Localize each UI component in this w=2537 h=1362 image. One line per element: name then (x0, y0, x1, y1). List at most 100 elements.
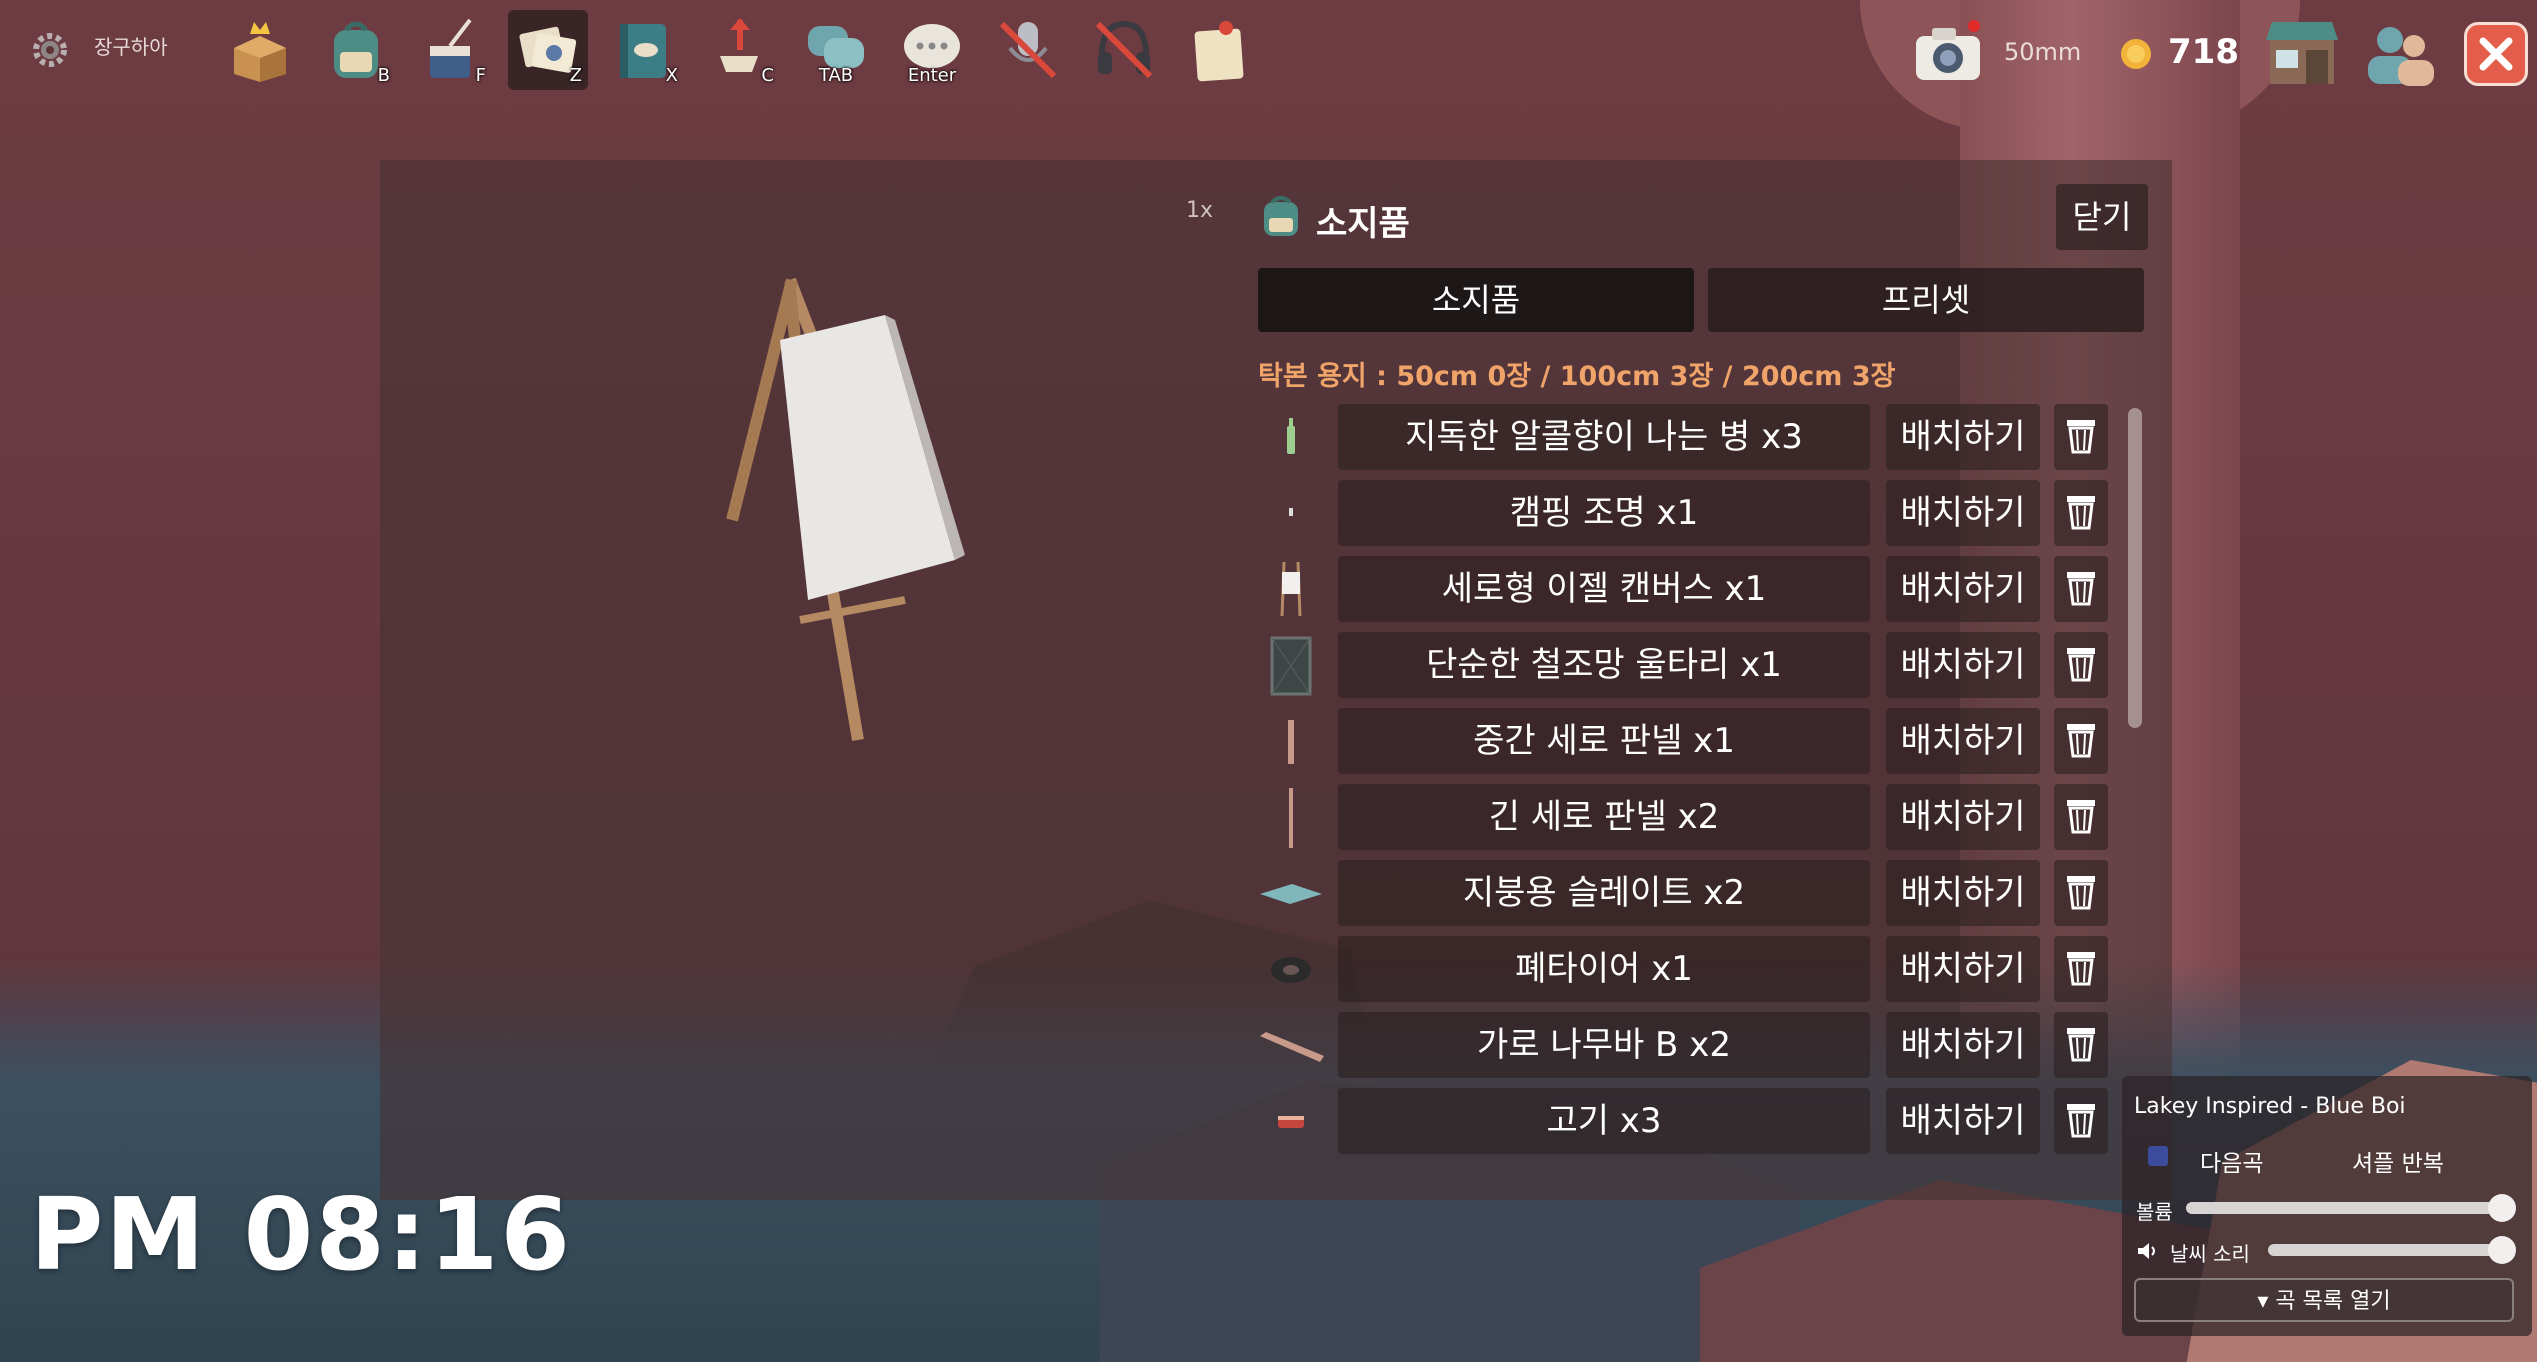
pause-button[interactable] (2148, 1146, 2168, 1166)
item-name[interactable]: 중간 세로 판넬 x1 (1338, 708, 1870, 774)
toolbar-button-album[interactable]: Z (508, 10, 588, 90)
preview-zoom-level: 1x (1186, 198, 1214, 223)
place-button[interactable]: 배치하기 (1886, 708, 2040, 774)
list-item: 단순한 철조망 울타리 x1 배치하기 (1258, 632, 2120, 700)
mid-panel-icon (1288, 720, 1294, 764)
toolbar-button-memo[interactable] (1180, 10, 1260, 90)
volume-label: 볼륨 (2136, 1200, 2173, 1224)
key-hint: Z (569, 65, 582, 86)
place-button[interactable]: 배치하기 (1886, 480, 2040, 546)
key-hint: C (761, 65, 774, 86)
place-button[interactable]: 배치하기 (1886, 1012, 2040, 1078)
delete-button[interactable] (2054, 708, 2108, 774)
toolbar-button-crown-box[interactable] (220, 10, 300, 90)
tab-inventory[interactable]: 소지품 (1258, 268, 1694, 332)
list-item: 중간 세로 판넬 x1 배치하기 (1258, 708, 2120, 776)
trash-icon (2067, 724, 2095, 758)
key-hint: F (475, 65, 486, 86)
game-clock: PM 08:16 (30, 1176, 572, 1293)
tire-icon (1271, 957, 1311, 983)
place-button[interactable]: 배치하기 (1886, 1088, 2040, 1154)
trash-icon (2067, 420, 2095, 454)
place-button[interactable]: 배치하기 (1886, 632, 2040, 698)
headphones-muted-icon (1095, 20, 1153, 79)
long-panel-icon (1289, 788, 1293, 848)
camping-light-icon (1289, 508, 1293, 516)
place-button[interactable]: 배치하기 (1886, 556, 2040, 622)
gear-icon[interactable] (28, 28, 72, 72)
item-name[interactable]: 가로 나무바 B x2 (1338, 1012, 1870, 1078)
key-hint: X (665, 65, 678, 86)
delete-button[interactable] (2054, 1012, 2108, 1078)
shop-icon[interactable] (2262, 14, 2342, 90)
place-button[interactable]: 배치하기 (1886, 784, 2040, 850)
weather-sound-slider[interactable] (2268, 1244, 2502, 1256)
inventory-close-button[interactable]: 닫기 (2056, 184, 2148, 250)
item-name[interactable]: 세로형 이젤 캔버스 x1 (1338, 556, 1870, 622)
next-song-button[interactable]: 다음곡 (2200, 1144, 2263, 1178)
delete-button[interactable] (2054, 556, 2108, 622)
inventory-scrollbar[interactable] (2128, 408, 2142, 728)
close-icon (2479, 37, 2513, 71)
microphone-muted-icon (999, 21, 1057, 79)
delete-button[interactable] (2054, 1088, 2108, 1154)
toolbar-button-headphones[interactable] (1084, 10, 1164, 90)
item-preview-viewport[interactable] (380, 160, 1240, 1200)
open-playlist-button[interactable]: ▾ 곡 목록 열기 (2134, 1278, 2514, 1322)
easel-preview-model (726, 277, 965, 742)
backpack-icon (1264, 196, 1298, 236)
top-toolbar: 장구하아 B F Z X C TAB Enter 50mm 718 (0, 0, 2537, 100)
wood-bar-icon (1260, 1032, 1324, 1062)
toolbar-button-chat[interactable]: Enter (892, 10, 972, 90)
player-name: 장구하아 (94, 35, 168, 59)
delete-button[interactable] (2054, 936, 2108, 1002)
speaker-icon (2138, 1243, 2155, 1259)
item-name[interactable]: 긴 세로 판넬 x2 (1338, 784, 1870, 850)
trash-icon (2067, 572, 2095, 606)
item-name[interactable]: 고기 x3 (1338, 1088, 1870, 1154)
place-button[interactable]: 배치하기 (1886, 860, 2040, 926)
shuffle-repeat-button[interactable]: 셔플 반복 (2352, 1144, 2444, 1178)
key-hint: B (377, 65, 390, 86)
easel-icon (1280, 561, 1302, 617)
toolbar-button-fishing[interactable]: F (412, 10, 492, 90)
toolbar-button-backpack[interactable]: B (316, 10, 396, 90)
delete-button[interactable] (2054, 860, 2108, 926)
trash-icon (2067, 1104, 2095, 1138)
list-item: 지독한 알콜향이 나는 병 x3 배치하기 (1258, 404, 2120, 472)
place-button[interactable]: 배치하기 (1886, 404, 2040, 470)
coin-count: 718 (2168, 32, 2239, 72)
item-name[interactable]: 폐타이어 x1 (1338, 936, 1870, 1002)
close-game-button[interactable] (2464, 22, 2528, 86)
key-hint: Enter (907, 65, 957, 86)
tab-preset[interactable]: 프리셋 (1708, 268, 2144, 332)
key-hint: TAB (818, 65, 854, 86)
trash-icon (2067, 800, 2095, 834)
toolbar-button-mic[interactable] (988, 10, 1068, 90)
friends-icon[interactable] (2362, 18, 2438, 90)
item-name[interactable]: 지독한 알콜향이 나는 병 x3 (1338, 404, 1870, 470)
volume-slider-knob[interactable] (2488, 1194, 2516, 1222)
toolbar-button-encyclopedia[interactable]: X (604, 10, 684, 90)
delete-button[interactable] (2054, 480, 2108, 546)
inventory-title: 소지품 (1316, 204, 1410, 244)
crown-box-icon (234, 22, 286, 82)
camera-icon[interactable] (1912, 18, 1984, 86)
rubbing-paper-status: 탁본 용지 : 50cm 0장 / 100cm 3장 / 200cm 3장 (1258, 361, 1896, 392)
item-name[interactable]: 단순한 철조망 울타리 x1 (1338, 632, 1870, 698)
list-item: 가로 나무바 B x2 배치하기 (1258, 1012, 2120, 1080)
toolbar-button-chat-list[interactable]: TAB (796, 10, 876, 90)
trash-icon (2067, 1028, 2095, 1062)
memo-pin-icon (1194, 21, 1244, 82)
coin-icon (2121, 39, 2151, 69)
item-name[interactable]: 캠핑 조명 x1 (1338, 480, 1870, 546)
item-name[interactable]: 지붕용 슬레이트 x2 (1338, 860, 1870, 926)
list-item: 세로형 이젤 캔버스 x1 배치하기 (1258, 556, 2120, 624)
weather-sound-slider-knob[interactable] (2488, 1236, 2516, 1264)
delete-button[interactable] (2054, 784, 2108, 850)
volume-slider[interactable] (2186, 1202, 2502, 1214)
delete-button[interactable] (2054, 404, 2108, 470)
place-button[interactable]: 배치하기 (1886, 936, 2040, 1002)
toolbar-button-furniture[interactable]: C (700, 10, 780, 90)
delete-button[interactable] (2054, 632, 2108, 698)
